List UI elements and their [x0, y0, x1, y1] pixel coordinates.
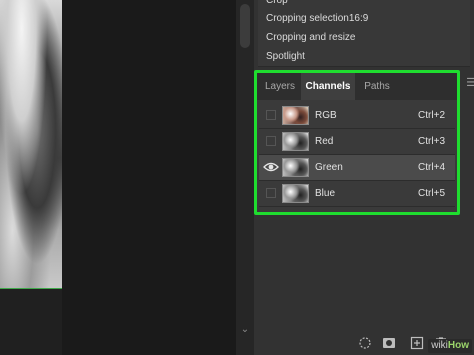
channel-shortcut: Ctrl+4	[418, 162, 445, 173]
channel-name: Green	[315, 162, 343, 173]
visibility-toggle[interactable]	[266, 188, 276, 198]
channel-name: Red	[315, 136, 334, 147]
canvas-area[interactable]	[0, 0, 236, 355]
visibility-toggle[interactable]	[266, 136, 276, 146]
visibility-toggle[interactable]	[266, 110, 276, 120]
right-panel-dock: Crop Cropping selection16:9 Cropping and…	[254, 0, 474, 355]
channel-thumbnail	[282, 132, 309, 151]
channel-row-red[interactable]: Red Ctrl+3	[259, 129, 455, 155]
channel-shortcut: Ctrl+2	[418, 110, 445, 121]
load-selection-icon[interactable]	[358, 336, 372, 350]
panel-tabbar: Layers Channels Paths	[257, 73, 457, 100]
canvas-background	[62, 0, 236, 355]
channel-row-rgb[interactable]: RGB Ctrl+2	[259, 103, 455, 129]
panel-menu-icon[interactable]: ☰	[465, 77, 474, 89]
channel-thumbnail	[282, 158, 309, 177]
tab-paths[interactable]: Paths	[357, 73, 397, 100]
history-item[interactable]: Spotlight	[258, 47, 470, 67]
canvas-scrollbar[interactable]: ⌄	[236, 0, 254, 355]
scroll-down-icon[interactable]: ⌄	[240, 325, 250, 335]
history-panel: Crop Cropping selection16:9 Cropping and…	[254, 0, 474, 67]
history-item[interactable]: Cropping and resize	[258, 28, 470, 48]
channel-shortcut: Ctrl+5	[418, 188, 445, 199]
history-item[interactable]: Cropping selection16:9	[258, 9, 470, 29]
channel-name: Blue	[315, 188, 336, 199]
channel-name: RGB	[315, 110, 337, 121]
channel-thumbnail	[282, 106, 309, 125]
new-channel-icon[interactable]	[410, 336, 424, 350]
tab-layers[interactable]: Layers	[261, 73, 299, 100]
eye-icon[interactable]	[263, 160, 279, 174]
channels-panel: Layers Channels Paths RGB Ctrl+2 Red Ctr…	[254, 70, 460, 215]
channel-thumbnail	[282, 184, 309, 203]
channels-toolbar: wikiHow	[254, 330, 474, 355]
channel-row-green[interactable]: Green Ctrl+4	[259, 155, 455, 181]
wikihow-watermark: wikiHow	[428, 339, 472, 353]
image-canvas[interactable]	[0, 0, 62, 289]
save-selection-icon[interactable]	[382, 336, 396, 350]
channel-row-blue[interactable]: Blue Ctrl+5	[259, 181, 455, 207]
channel-shortcut: Ctrl+3	[418, 136, 445, 147]
scrollbar-thumb[interactable]	[240, 4, 250, 48]
tab-channels[interactable]: Channels	[301, 73, 355, 100]
